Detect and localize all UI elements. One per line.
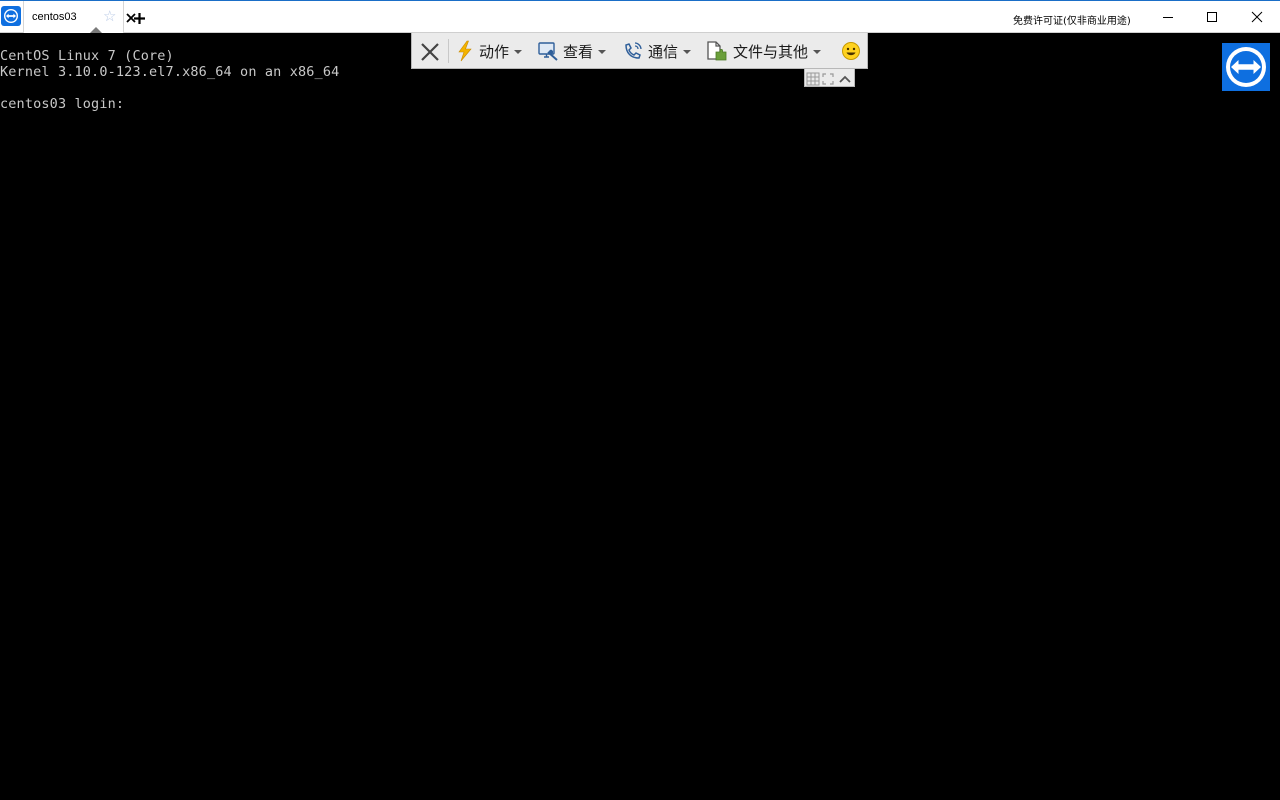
- menu-view[interactable]: 查看: [537, 39, 607, 63]
- chevron-down-icon: [598, 50, 607, 54]
- remote-terminal-screen[interactable]: CentOS Linux 7 (Core) Kernel 3.10.0-123.…: [0, 33, 1280, 800]
- plus-icon[interactable]: [133, 10, 146, 29]
- lightning-icon: [458, 40, 472, 62]
- teamviewer-logo[interactable]: [1222, 43, 1270, 91]
- chevron-down-icon: [813, 50, 822, 54]
- maximize-icon: [1207, 12, 1217, 22]
- menu-actions-label: 动作: [479, 42, 510, 61]
- grid-icon[interactable]: [806, 71, 820, 90]
- remote-control-toolbar: 动作 查看 通信 文件与其他: [411, 33, 868, 69]
- terminal-login-prompt[interactable]: centos03 login:: [0, 96, 124, 112]
- chevron-up-icon[interactable]: [838, 71, 852, 90]
- terminal-line-kernel: Kernel 3.10.0-123.el7.x86_64 on an x86_6…: [0, 64, 340, 80]
- menu-view-label: 查看: [563, 42, 594, 61]
- chevron-down-icon: [683, 50, 692, 54]
- toolbar-divider: [448, 39, 449, 63]
- tab-label: centos03: [32, 11, 77, 23]
- tab-centos03[interactable]: centos03 ☆: [23, 1, 136, 33]
- file-puzzle-icon: [707, 41, 727, 61]
- maximize-button[interactable]: [1189, 1, 1235, 33]
- menu-communicate-label: 通信: [648, 42, 679, 61]
- fullscreen-icon[interactable]: [822, 71, 834, 90]
- star-icon[interactable]: ☆: [103, 7, 116, 25]
- teamviewer-icon[interactable]: [1, 6, 21, 26]
- teamviewer-icon: [1226, 47, 1266, 87]
- minimize-icon: [1163, 17, 1173, 18]
- minimize-button[interactable]: [1145, 1, 1191, 33]
- monitor-icon: [538, 42, 558, 61]
- smiley-icon[interactable]: [841, 41, 861, 61]
- close-icon: [1251, 11, 1263, 23]
- toolbar-sub-controls: [804, 69, 855, 87]
- terminal-line-os: CentOS Linux 7 (Core): [0, 48, 174, 64]
- license-text: 免费许可证(仅非商业用途): [1013, 16, 1131, 27]
- close-icon[interactable]: [419, 41, 441, 63]
- menu-files-extras-label: 文件与其他: [733, 42, 809, 61]
- menu-actions[interactable]: 动作: [455, 39, 523, 63]
- menu-communicate[interactable]: 通信: [622, 39, 692, 63]
- chevron-down-icon: [514, 50, 523, 54]
- title-bar: centos03 ☆ 免费许可证(仅非商业用途): [0, 0, 1280, 33]
- menu-files-extras[interactable]: 文件与其他: [705, 39, 822, 63]
- close-window-button[interactable]: [1234, 1, 1280, 33]
- phone-icon: [625, 42, 642, 59]
